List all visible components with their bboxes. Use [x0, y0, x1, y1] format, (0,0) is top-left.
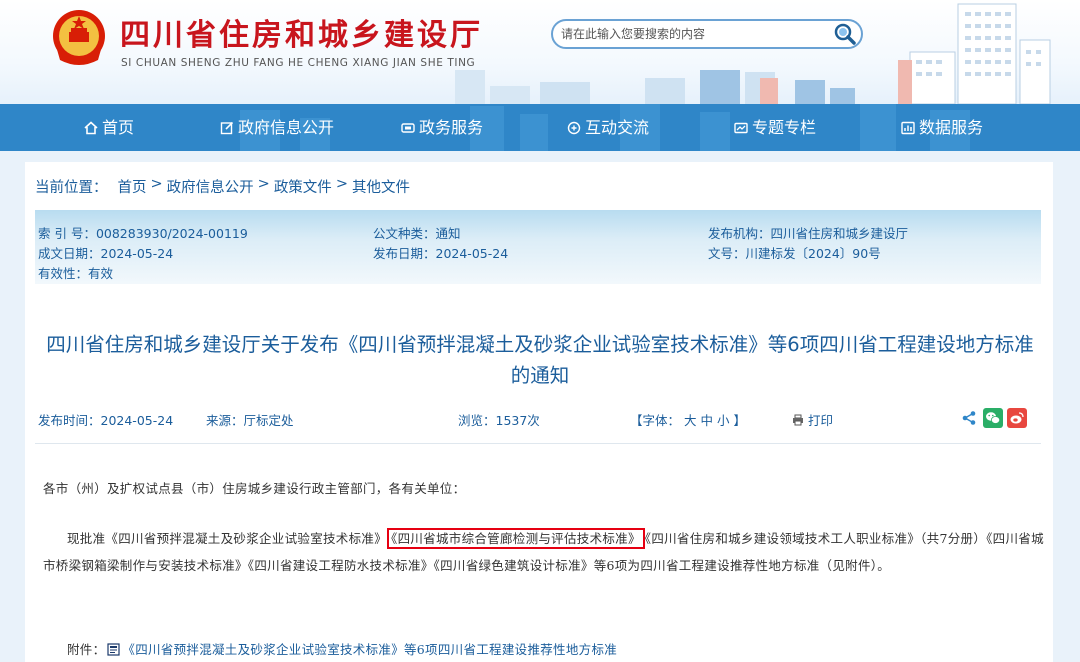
topic-icon [734, 122, 748, 133]
attachment-label: 附件： [67, 642, 106, 657]
nav-item-label: 政府信息公开 [238, 118, 335, 137]
meta-issuer: 发布机构：四川省住房和城乡建设厅 [708, 226, 909, 241]
breadcrumb-item-government-info[interactable]: 政府信息公开 [167, 176, 254, 197]
breadcrumb-separator: > [257, 176, 270, 192]
body-text-before: 现批准《四川省预拌混凝土及砂浆企业试验室技术标准》 [67, 531, 388, 546]
site-pinyin-subtitle: SI CHUAN SHENG ZHU FANG HE CHENG XIANG J… [121, 57, 476, 69]
nav-item-special-topics[interactable]: 专题专栏 [734, 104, 816, 151]
nav-item-label: 互动交流 [585, 118, 650, 137]
data-icon [901, 121, 915, 134]
share-icon[interactable] [959, 408, 979, 428]
weibo-icon[interactable] [1007, 408, 1027, 428]
search-input[interactable] [561, 24, 823, 44]
highlighted-standard-title: 《四川省城市综合管廊检测与评估技术标准》 [387, 528, 645, 549]
meta-doc-type: 公文种类：通知 [373, 226, 461, 241]
nav-item-label: 首页 [102, 118, 135, 137]
article-salutation: 各市（州）及扩权试点县（市）住房城乡建设行政主管部门，各有关单位： [43, 481, 466, 496]
article-source: 来源：厅标定处 [206, 413, 294, 428]
breadcrumb: 当前位置： 首页 > 政府信息公开 > 政策文件 > 其他文件 [35, 176, 410, 197]
site-header: 四川省住房和城乡建设厅 SI CHUAN SHENG ZHU FANG HE C… [0, 0, 1080, 104]
nav-item-label: 专题专栏 [752, 118, 817, 137]
meta-publish-date: 发布日期：2024-05-24 [373, 246, 509, 261]
font-size-control: 【字体： 大 中 小 】 [630, 410, 746, 429]
font-size-medium-button[interactable]: 中 [701, 413, 714, 428]
article-body-paragraph: 现批准《四川省预拌混凝土及砂浆企业试验室技术标准》 《四川省城市综合管廊检测与评估… [43, 525, 1045, 579]
home-icon [84, 120, 98, 134]
print-button[interactable]: 打印 [792, 410, 833, 429]
print-label: 打印 [808, 413, 834, 428]
document-icon [107, 643, 121, 656]
search-box [551, 19, 863, 49]
nav-item-label: 数据服务 [919, 118, 984, 137]
site-title: 四川省住房和城乡建设厅 [120, 18, 483, 53]
edit-icon [220, 121, 234, 134]
article-title: 四川省住房和城乡建设厅关于发布《四川省预拌混凝土及砂浆企业试验室技术标准》等6项… [46, 333, 1034, 387]
breadcrumb-item-home[interactable]: 首页 [118, 176, 147, 197]
breadcrumb-prefix: 当前位置： [35, 180, 108, 196]
nav-item-label: 政务服务 [419, 118, 484, 137]
share-icons [959, 408, 1027, 428]
nav-item-data-services[interactable]: 数据服务 [901, 104, 983, 151]
content-panel: 当前位置： 首页 > 政府信息公开 > 政策文件 > 其他文件 索 引 号：00… [25, 162, 1053, 662]
meta-doc-number: 文号：川建标发〔2024〕90号 [708, 246, 881, 261]
main-nav: 首页 政府信息公开 政务服务 互动交流 专题专栏 数据服务 [0, 104, 1080, 151]
publish-time: 发布时间：2024-05-24 [38, 413, 174, 428]
divider [35, 443, 1041, 444]
font-size-label: 【字体： [630, 413, 681, 428]
service-icon [401, 122, 415, 133]
search-icon[interactable] [832, 21, 858, 47]
article-info-bar: 发布时间：2024-05-24 来源：厅标定处 浏览：1537次 【字体： 大 … [35, 408, 1041, 430]
nav-item-government-info[interactable]: 政府信息公开 [220, 104, 334, 151]
nav-item-interaction[interactable]: 互动交流 [567, 104, 649, 151]
document-metadata: 索 引 号：008283930/2024-00119 公文种类：通知 发布机构：… [35, 210, 1041, 284]
nav-item-home[interactable]: 首页 [84, 104, 134, 151]
printer-icon [793, 414, 803, 425]
wechat-icon[interactable] [983, 408, 1003, 428]
font-size-small-button[interactable]: 小 [717, 413, 730, 428]
meta-index-number: 索 引 号：008283930/2024-00119 [38, 226, 248, 241]
nav-item-government-services[interactable]: 政务服务 [401, 104, 483, 151]
meta-created-date: 成文日期：2024-05-24 [38, 246, 174, 261]
attachment-link[interactable]: 《四川省预拌混凝土及砂浆企业试验室技术标准》等6项四川省工程建设推荐性地方标准 [122, 636, 617, 662]
chat-icon [567, 121, 581, 134]
view-count: 浏览：1537次 [458, 413, 540, 428]
meta-validity: 有效性：有效 [38, 266, 114, 281]
breadcrumb-separator: > [150, 176, 163, 192]
attachment-row: 附件： 《四川省预拌混凝土及砂浆企业试验室技术标准》等6项四川省工程建设推荐性地… [67, 636, 617, 662]
national-emblem-logo [53, 10, 105, 65]
breadcrumb-item-policy-docs[interactable]: 政策文件 [274, 176, 332, 197]
font-size-close: 】 [733, 413, 747, 428]
breadcrumb-item-other-docs[interactable]: 其他文件 [352, 176, 410, 197]
font-size-large-button[interactable]: 大 [684, 413, 697, 428]
breadcrumb-separator: > [335, 176, 348, 192]
